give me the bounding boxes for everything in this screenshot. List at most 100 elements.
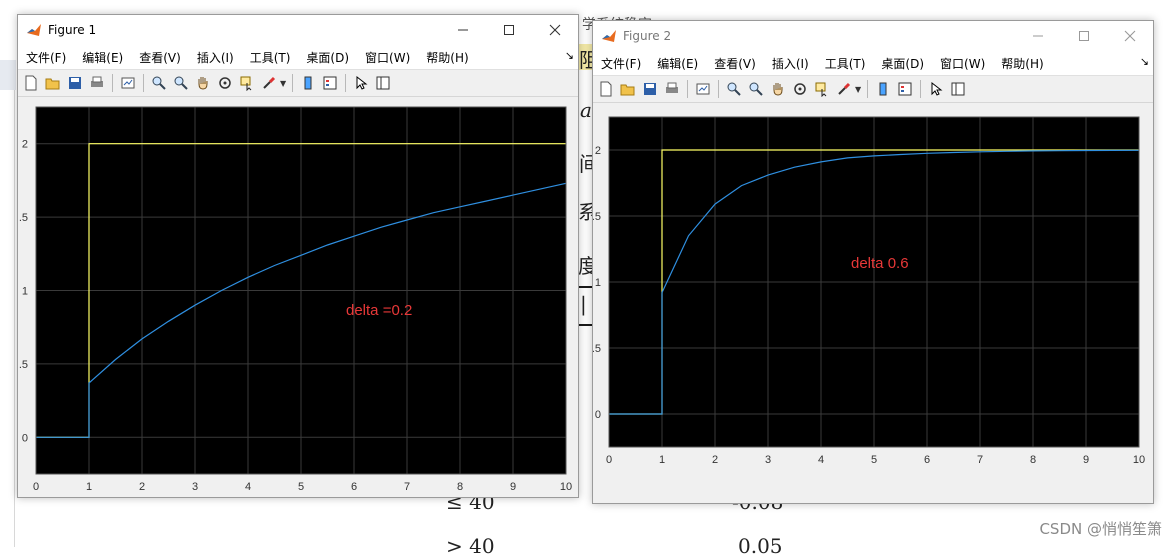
menu-edit[interactable]: 编辑(E) bbox=[74, 49, 131, 66]
open-file-button[interactable] bbox=[43, 73, 63, 93]
background-margin-line bbox=[14, 90, 15, 547]
data-cursor-button[interactable] bbox=[812, 79, 832, 99]
print-icon bbox=[91, 76, 103, 87]
maximize-button[interactable] bbox=[1061, 21, 1107, 51]
plot-axes[interactable]: 0 1 2 3 4 5 6 7 8 9 10 0 .5 1 .5 2 bbox=[593, 105, 1153, 503]
property-inspector-button[interactable] bbox=[373, 73, 393, 93]
property-panel-icon bbox=[376, 76, 390, 90]
toolbar: ▼ bbox=[593, 75, 1153, 103]
menu-window[interactable]: 窗口(W) bbox=[932, 55, 993, 72]
brush-button[interactable] bbox=[834, 79, 854, 99]
menu-file[interactable]: 文件(F) bbox=[18, 49, 74, 66]
x-tick-label: 10 bbox=[560, 481, 572, 493]
watermark: CSDN @悄悄笙箫 bbox=[1039, 520, 1162, 538]
brush-dropdown-icon[interactable]: ▼ bbox=[280, 79, 288, 88]
x-tick-label: 4 bbox=[245, 481, 251, 493]
x-tick-label: 10 bbox=[1133, 454, 1145, 466]
rotate-button[interactable] bbox=[790, 79, 810, 99]
figure-2-window[interactable]: Figure 2 文件(F) 编辑(E) 查看(V) 插入(I) 工具(T) 桌… bbox=[592, 20, 1154, 504]
menu-desktop[interactable]: 桌面(D) bbox=[298, 49, 357, 66]
menu-edit[interactable]: 编辑(E) bbox=[649, 55, 706, 72]
save-button[interactable] bbox=[640, 79, 660, 99]
figure-canvas: 0 1 2 3 4 5 6 7 8 9 10 0 .5 1 .5 2 delta =0.2 bbox=[18, 99, 578, 497]
zoom-out-button[interactable] bbox=[171, 73, 191, 93]
link-plot-icon bbox=[696, 83, 710, 95]
colorbar-button[interactable] bbox=[873, 79, 893, 99]
menu-overflow-icon[interactable]: ↘ bbox=[1140, 55, 1149, 68]
zoom-out-icon bbox=[174, 76, 188, 90]
menu-file[interactable]: 文件(F) bbox=[593, 55, 649, 72]
y-tick-label: .5 bbox=[19, 359, 28, 371]
menu-help[interactable]: 帮助(H) bbox=[993, 55, 1051, 72]
zoom-in-button[interactable] bbox=[149, 73, 169, 93]
menu-help[interactable]: 帮助(H) bbox=[418, 49, 476, 66]
colorbar-icon bbox=[304, 76, 312, 90]
edit-plot-button[interactable] bbox=[926, 79, 946, 99]
zoom-in-icon bbox=[727, 82, 741, 96]
zoom-in-button[interactable] bbox=[724, 79, 744, 99]
x-tick-label: 7 bbox=[977, 454, 983, 466]
menu-insert[interactable]: 插入(I) bbox=[189, 49, 242, 66]
maximize-icon bbox=[1079, 31, 1089, 41]
edit-plot-button[interactable] bbox=[351, 73, 371, 93]
menu-desktop[interactable]: 桌面(D) bbox=[873, 55, 932, 72]
menu-insert[interactable]: 插入(I) bbox=[764, 55, 817, 72]
x-tick-label: 0 bbox=[33, 481, 39, 493]
x-tick-label: 3 bbox=[765, 454, 771, 466]
zoom-out-button[interactable] bbox=[746, 79, 766, 99]
background-rule-top bbox=[578, 286, 592, 288]
menu-window[interactable]: 窗口(W) bbox=[357, 49, 418, 66]
plot-annotation: delta =0.2 bbox=[346, 302, 413, 319]
title-bar[interactable]: Figure 2 bbox=[593, 21, 1153, 51]
plot-axes[interactable]: 0 1 2 3 4 5 6 7 8 9 10 0 .5 1 .5 2 bbox=[18, 99, 578, 497]
menu-view[interactable]: 查看(V) bbox=[131, 49, 189, 66]
link-plot-button[interactable] bbox=[693, 79, 713, 99]
pan-button[interactable] bbox=[193, 73, 213, 93]
figure-1-window[interactable]: Figure 1 文件(F) 编辑(E) 查看(V) 插入(I) 工具(T) 桌… bbox=[17, 14, 579, 498]
y-tick-label: .5 bbox=[593, 211, 601, 223]
legend-icon bbox=[898, 82, 912, 96]
plot-annotation: delta 0.6 bbox=[851, 255, 909, 272]
rotate-button[interactable] bbox=[215, 73, 235, 93]
x-tick-label: 9 bbox=[1083, 454, 1089, 466]
x-tick-label: 0 bbox=[606, 454, 612, 466]
new-figure-button[interactable] bbox=[596, 79, 616, 99]
y-tick-label: .5 bbox=[593, 343, 601, 355]
menu-overflow-icon[interactable]: ↘ bbox=[565, 49, 574, 62]
close-icon bbox=[1124, 30, 1136, 42]
brush-button[interactable] bbox=[259, 73, 279, 93]
pan-button[interactable] bbox=[768, 79, 788, 99]
x-tick-label: 5 bbox=[871, 454, 877, 466]
brush-dropdown-icon[interactable]: ▼ bbox=[855, 85, 863, 94]
menu-tools[interactable]: 工具(T) bbox=[242, 49, 299, 66]
data-cursor-button[interactable] bbox=[237, 73, 257, 93]
save-icon bbox=[69, 77, 81, 89]
print-button[interactable] bbox=[87, 73, 107, 93]
property-inspector-button[interactable] bbox=[948, 79, 968, 99]
matlab-icon bbox=[27, 24, 41, 36]
close-button[interactable] bbox=[532, 15, 578, 45]
legend-button[interactable] bbox=[320, 73, 340, 93]
menu-tools[interactable]: 工具(T) bbox=[817, 55, 874, 72]
open-folder-icon bbox=[45, 78, 60, 90]
save-button[interactable] bbox=[65, 73, 85, 93]
save-icon bbox=[644, 83, 656, 95]
open-file-button[interactable] bbox=[618, 79, 638, 99]
data-cursor-icon bbox=[240, 76, 252, 91]
new-figure-button[interactable] bbox=[21, 73, 41, 93]
menu-view[interactable]: 查看(V) bbox=[706, 55, 764, 72]
print-icon bbox=[666, 82, 678, 93]
legend-button[interactable] bbox=[895, 79, 915, 99]
brush-icon bbox=[838, 82, 851, 95]
print-button[interactable] bbox=[662, 79, 682, 99]
maximize-button[interactable] bbox=[486, 15, 532, 45]
close-button[interactable] bbox=[1107, 21, 1153, 51]
minimize-button[interactable] bbox=[440, 15, 486, 45]
link-plot-button[interactable] bbox=[118, 73, 138, 93]
background-rule-bottom bbox=[578, 324, 592, 326]
title-bar[interactable]: Figure 1 bbox=[18, 15, 578, 45]
colorbar-button[interactable] bbox=[298, 73, 318, 93]
minimize-button[interactable] bbox=[1015, 21, 1061, 51]
menu-bar: 文件(F) 编辑(E) 查看(V) 插入(I) 工具(T) 桌面(D) 窗口(W… bbox=[18, 45, 578, 69]
background-sidebar-strip bbox=[0, 60, 16, 90]
